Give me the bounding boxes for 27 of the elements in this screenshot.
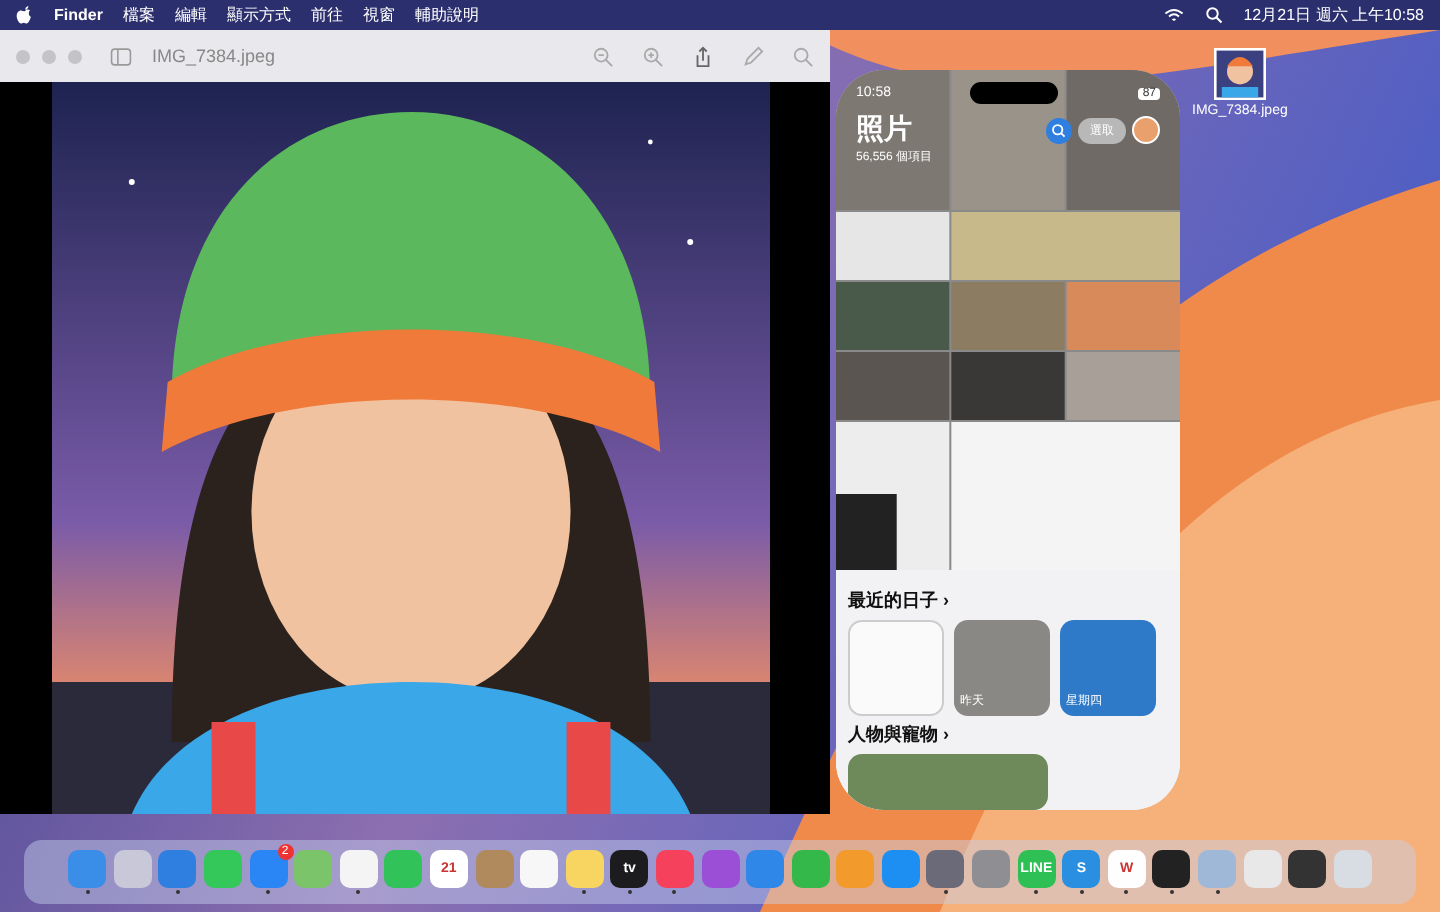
zoom-out-icon[interactable] (592, 45, 614, 67)
app-icon[interactable] (1152, 850, 1191, 888)
photos-title: 照片 (856, 112, 912, 148)
search-icon[interactable] (1203, 6, 1224, 24)
memory-card[interactable] (848, 620, 944, 716)
people-album[interactable] (848, 754, 1048, 810)
menu-item[interactable]: 輔助說明 (414, 4, 479, 26)
pen-icon[interactable] (742, 45, 764, 67)
share-icon[interactable] (692, 45, 714, 67)
window-title: IMG_7384.jpeg (152, 46, 276, 66)
dynamic-island (970, 82, 1059, 104)
search-button[interactable] (1046, 117, 1072, 143)
menu-clock[interactable]: 12月21日 週六 上午10:58 (1243, 4, 1424, 26)
section-title[interactable]: 最近的日子 › (848, 588, 1168, 614)
menu-item[interactable]: Finder (54, 6, 103, 24)
menu-item[interactable]: 視窗 (362, 4, 395, 26)
wifi-icon[interactable] (1163, 6, 1184, 24)
section-title[interactable]: 人物與寵物 › (848, 722, 1168, 748)
zoom-in-icon[interactable] (642, 45, 664, 67)
app-icon[interactable] (1288, 850, 1327, 888)
apple-icon[interactable] (16, 5, 34, 25)
menu-item[interactable]: 顯示方式 (226, 4, 291, 26)
menu-item[interactable]: 前往 (310, 4, 343, 26)
image-file-icon[interactable] (1213, 48, 1266, 100)
menu-item[interactable]: 編輯 (174, 4, 207, 26)
menu-item[interactable]: 檔案 (122, 4, 155, 26)
sidebar-icon[interactable] (110, 45, 132, 67)
